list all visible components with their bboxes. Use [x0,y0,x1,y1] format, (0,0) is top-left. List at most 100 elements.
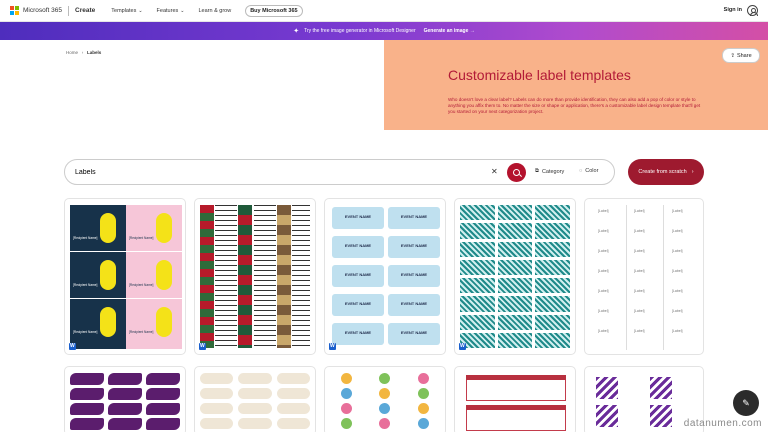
category-filter[interactable]: ⧉ Category [535,168,564,175]
generate-image-label: Generate an image [423,28,469,34]
event-name-text: EVENT NAME [400,272,428,277]
features-menu[interactable]: Features ⌄ [157,8,185,14]
share-label: Share [736,52,752,59]
label-placeholder: [Label] [598,209,609,213]
word-app-icon [459,343,466,350]
top-nav: Microsoft 365 Create Templates ⌄ Features… [0,0,768,22]
label-placeholder: [Label] [634,289,645,293]
event-name-text: EVENT NAME [400,214,428,219]
templates-menu[interactable]: Templates ⌄ [111,8,142,14]
label-placeholder: [Label] [634,329,645,333]
recipient-label-text: [Recipient Name] [129,330,154,334]
nav-divider [68,5,70,16]
search-input[interactable] [75,166,455,179]
label-placeholder: [Label] [672,229,683,233]
chevron-down-icon: ⌄ [138,7,143,14]
event-name-text: EVENT NAME [400,243,428,248]
template-thumbnail: [Label] [Label] [Label] [Label] [Label] … [590,205,698,350]
recipient-label-text: [Recipient Name] [129,236,154,240]
arrow-right-icon: → [469,28,475,34]
recipient-label-text: [Recipient Name] [73,236,98,240]
template-card[interactable]: [Label] [Label] [Label] [Label] [Label] … [584,198,704,355]
label-placeholder: [Label] [598,229,609,233]
template-card[interactable] [324,366,446,432]
features-menu-label: Features [156,7,179,14]
template-thumbnail: [Recipient Name] [Recipient Name] [Recip… [70,205,182,349]
breadcrumb-current: Labels [87,50,102,55]
template-thumbnail [460,205,570,348]
word-app-icon [199,343,206,350]
category-label: Category [541,168,565,175]
event-name-text: EVENT NAME [400,330,428,335]
event-name-text: EVENT NAME [344,301,372,306]
generate-image-link[interactable]: Generate an image → [424,28,475,34]
label-placeholder: [Label] [598,269,609,273]
template-thumbnail [200,373,310,429]
learn-grow-link[interactable]: Learn & grow [198,8,231,14]
color-filter[interactable]: ◌ Color [579,168,598,174]
label-placeholder: [Label] [672,209,683,213]
buy-microsoft-365-button[interactable]: Buy Microsoft 365 [245,4,303,17]
template-card[interactable] [454,198,576,355]
template-thumbnail [590,373,698,432]
breadcrumb-separator-icon: › [79,50,86,55]
share-button[interactable]: ⇪ Share [722,48,760,63]
recipient-label-text: [Recipient Name] [73,330,98,334]
templates-menu-label: Templates [111,7,137,14]
label-placeholder: [Label] [598,249,609,253]
template-card[interactable] [194,366,316,432]
word-app-icon [69,343,76,350]
template-card[interactable] [194,198,316,355]
event-name-text: EVENT NAME [344,214,372,219]
recipient-label-text: [Recipient Name] [129,283,154,287]
recipient-label-text: [Recipient Name] [73,283,98,287]
label-placeholder: [Label] [598,309,609,313]
label-placeholder: [Label] [634,229,645,233]
label-placeholder: [Label] [634,209,645,213]
label-placeholder: [Label] [672,269,683,273]
template-thumbnail [70,373,180,430]
label-placeholder: [Label] [634,269,645,273]
sign-in-link[interactable]: Sign in [724,7,742,13]
template-card[interactable] [454,366,576,432]
event-name-text: EVENT NAME [344,243,372,248]
template-card[interactable] [64,366,186,432]
label-placeholder: [Label] [634,309,645,313]
account-avatar-icon[interactable] [747,5,758,16]
label-placeholder: [Label] [672,309,683,313]
label-placeholder: [Label] [598,329,609,333]
palette-icon: ◌ [579,168,583,174]
microsoft-logo-icon[interactable] [10,6,19,15]
label-placeholder: [Label] [672,289,683,293]
template-thumbnail [330,373,440,429]
template-card[interactable]: EVENT NAME EVENT NAME EVENT NAME EVENT N… [324,198,446,355]
search-icon [513,169,520,176]
clear-search-icon[interactable]: ✕ [491,167,498,176]
create-from-scratch-label: Create from scratch [638,169,687,175]
word-app-icon [329,343,336,350]
watermark: datanumen.com [683,418,762,429]
create-from-scratch-button[interactable]: Create from scratch › [628,159,704,185]
search-bar: ✕ ⧉Category ◌Color [64,159,615,185]
color-label: Color [585,168,599,174]
breadcrumb-home[interactable]: Home [66,50,78,55]
category-icon: ⧉ [535,168,539,174]
search-button[interactable] [507,163,526,182]
label-placeholder: [Label] [672,249,683,253]
promo-banner: ✦ Try the free image generator in Micros… [0,22,768,40]
sparkle-icon: ✦ [293,28,300,35]
arrow-right-icon: › [691,169,694,175]
share-icon: ⇪ [730,52,735,59]
label-placeholder: [Label] [634,249,645,253]
breadcrumb: Home › Labels [66,50,101,55]
designer-assistant-button[interactable]: ✎ [733,390,759,416]
event-name-text: EVENT NAME [400,301,428,306]
brand-name[interactable]: Microsoft 365 [23,7,62,14]
label-placeholder: [Label] [598,289,609,293]
create-link[interactable]: Create [75,7,95,14]
template-card[interactable]: [Recipient Name] [Recipient Name] [Recip… [64,198,186,355]
promo-text: Try the free image generator in Microsof… [304,28,416,34]
sparkle-pen-icon: ✎ [742,397,750,408]
template-thumbnail [200,205,310,348]
chevron-down-icon: ⌄ [180,7,185,14]
